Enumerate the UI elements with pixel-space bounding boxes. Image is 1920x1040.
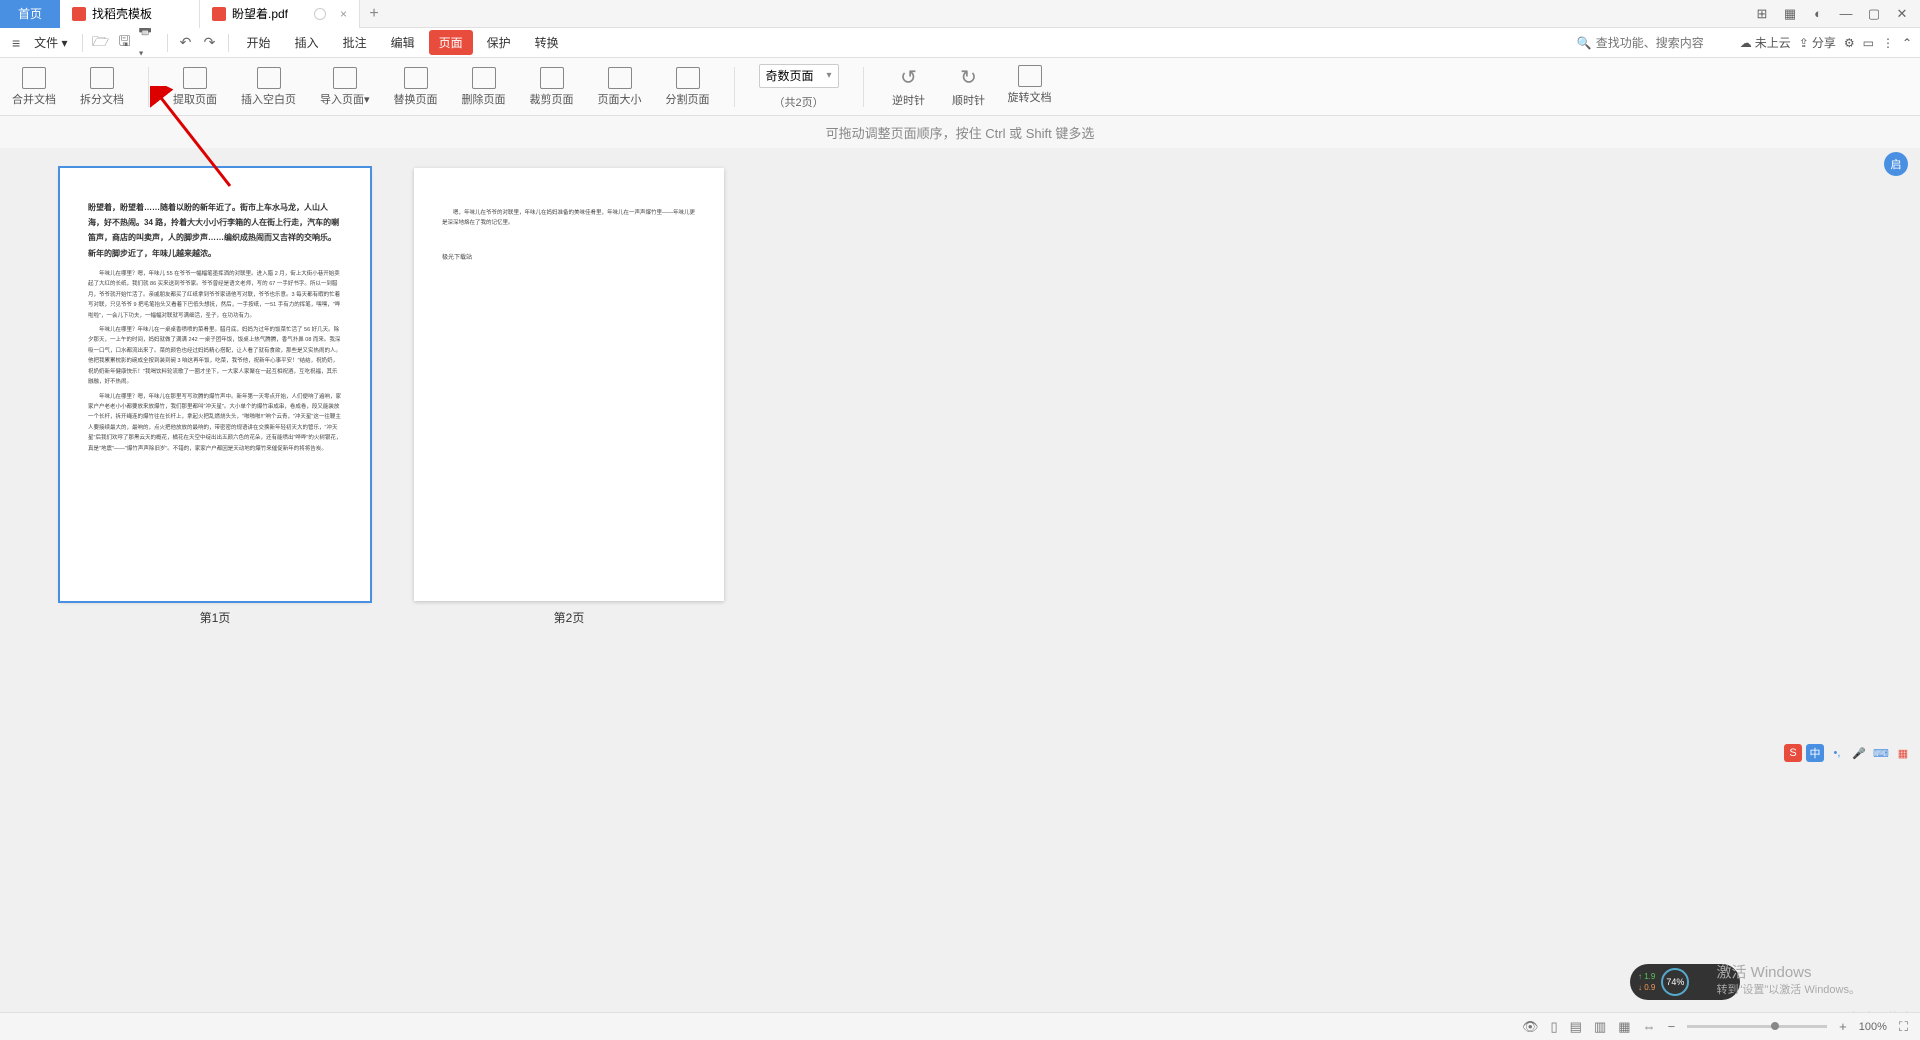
tab-template[interactable]: 找稻壳模板 <box>60 0 200 28</box>
search-box[interactable]: 🔍 <box>1577 36 1716 50</box>
file-menu[interactable]: 文件 ▾ <box>28 34 73 51</box>
page1-para2: 年味儿在哪里？年味儿在一桌桌香喷喷的菜肴里。腊月底，妈妈为过年的饭菜忙活了 56… <box>88 325 342 388</box>
search-input[interactable] <box>1596 36 1716 50</box>
zoom-out-icon[interactable]: − <box>1668 1019 1676 1034</box>
ime-lang-icon[interactable]: 中 <box>1806 744 1824 762</box>
ime-keyboard-icon[interactable]: ⌨ <box>1872 744 1890 762</box>
page1-para3: 年味儿在哪里？嗯，年味儿在那里写写欢腾的爆竹声中。新年第一天零点开始，人们便响了… <box>88 392 342 455</box>
insert-blank-button[interactable]: 插入空白页 <box>241 67 296 107</box>
page1-title: 盼望着，盼望着……随着以盼的新年近了。街市上车水马龙，人山人海，好不热闹。34 … <box>88 200 342 261</box>
maximize-icon[interactable]: ▢ <box>1864 4 1884 24</box>
undo-icon[interactable]: ↶ <box>176 33 196 53</box>
more-icon[interactable]: ⋮ <box>1882 36 1894 50</box>
ime-toolbar: S 中 •, 🎤 ⌨ ▦ <box>1784 744 1912 762</box>
skin-icon[interactable]: ◐ <box>1808 4 1828 24</box>
tab-document[interactable]: 盼望着.pdf × <box>200 0 360 28</box>
status-bar: 👁 ▯ ▤ ▥ ▦ ⇔ − + 100% ⛶ <box>0 1012 1920 1040</box>
zoom-slider[interactable] <box>1687 1025 1827 1028</box>
redo-icon[interactable]: ↷ <box>200 33 220 53</box>
extract-page-button[interactable]: 提取页面 <box>173 67 217 107</box>
tab-add-button[interactable]: + <box>360 0 388 28</box>
menu-tab-convert[interactable]: 转换 <box>525 30 569 55</box>
page-size-button[interactable]: 页面大小 <box>598 67 642 107</box>
view-facing-icon[interactable]: ▥ <box>1594 1019 1606 1035</box>
close-icon[interactable]: ✕ <box>1892 4 1912 24</box>
merge-doc-button[interactable]: 合并文档 <box>12 67 56 107</box>
search-icon: 🔍 <box>1577 36 1592 50</box>
import-page-button[interactable]: 导入页面▾ <box>320 67 370 107</box>
activate-sub: 转到"设置"以激活 Windows。 <box>1717 983 1861 998</box>
view-grid-icon[interactable]: ▦ <box>1618 1019 1630 1035</box>
share-button[interactable]: ⇪ 分享 <box>1799 34 1836 51</box>
view-continuous-icon[interactable]: ▤ <box>1570 1019 1582 1035</box>
rotate-cw-button[interactable]: ↻顺时针 <box>948 65 990 108</box>
ime-punct-icon[interactable]: •, <box>1828 744 1846 762</box>
fit-width-icon[interactable]: ⇔ <box>1643 1019 1656 1034</box>
menu-bar: ≡ 文件 ▾ 🗁 🖫 🖶 ▾ ↶ ↷ 开始 插入 批注 编辑 页面 保护 转换 … <box>0 28 1920 58</box>
layout-icon[interactable]: ⊞ <box>1752 4 1772 24</box>
replace-page-button[interactable]: 替换页面 <box>394 67 438 107</box>
perf-percent: 74% <box>1661 968 1689 996</box>
zoom-in-icon[interactable]: + <box>1839 1019 1847 1034</box>
split-page-button[interactable]: 分割页面 <box>666 67 710 107</box>
menu-tab-protect[interactable]: 保护 <box>477 30 521 55</box>
zoom-percent[interactable]: 100% <box>1859 1021 1887 1033</box>
print-icon[interactable]: 🖶 ▾ <box>139 33 159 53</box>
page-thumbnail-1[interactable]: 盼望着，盼望着……随着以盼的新年近了。街市上车水马龙，人山人海，好不热闹。34 … <box>60 168 370 601</box>
page2-download: 极光下载站 <box>442 253 696 264</box>
fullscreen-icon[interactable]: ⛶ <box>1899 1019 1908 1035</box>
tab-document-label: 盼望着.pdf <box>232 5 288 22</box>
wps-icon <box>72 7 86 21</box>
menu-tab-annotate[interactable]: 批注 <box>333 30 377 55</box>
page1-para1: 年味儿在哪里？嗯，年味儿 55 在爷爷一幅幅笔墨挥洒的对联里。进入腊 2 月，街… <box>88 269 342 321</box>
rotate-doc-button[interactable]: 旋转文档 <box>1008 65 1052 105</box>
tab-bar: 首页 找稻壳模板 盼望着.pdf × + ⊞ ▦ ◐ — ▢ ✕ <box>0 0 1920 28</box>
ribbon: 合并文档 拆分文档 提取页面 插入空白页 导入页面▾ 替换页面 删除页面 裁剪页… <box>0 58 1920 116</box>
crop-page-button[interactable]: 裁剪页面 <box>530 67 574 107</box>
user-avatar[interactable]: 启 <box>1884 152 1908 176</box>
pdf-icon <box>212 7 226 21</box>
window-controls: ⊞ ▦ ◐ — ▢ ✕ <box>1752 4 1920 24</box>
menu-burger-icon[interactable]: ≡ <box>8 35 24 51</box>
collapse-icon[interactable]: ⌃ <box>1902 36 1912 50</box>
tab-close-icon[interactable]: × <box>340 7 347 21</box>
page2-label: 第2页 <box>554 609 585 626</box>
wrap-icon[interactable]: ▭ <box>1863 36 1874 50</box>
cloud-status[interactable]: ☁ 未上云 <box>1740 34 1791 51</box>
page1-label: 第1页 <box>200 609 231 626</box>
page-count-label: （共2页） <box>773 94 823 110</box>
page-thumbnail-2[interactable]: 嗯，年味儿在爷爷的对联里，年味儿在妈妈准备的美味佳肴里，年味儿在一声声爆竹里——… <box>414 168 724 601</box>
save-icon[interactable]: 🖫 <box>115 33 135 53</box>
windows-activation-notice: 激活 Windows 转到"设置"以激活 Windows。 <box>1717 962 1861 998</box>
menu-tab-page[interactable]: 页面 <box>429 30 473 55</box>
page-2-wrap[interactable]: 嗯，年味儿在爷爷的对联里，年味儿在妈妈准备的美味佳肴里，年味儿在一声声爆竹里——… <box>414 168 724 626</box>
menu-tab-start[interactable]: 开始 <box>237 30 281 55</box>
menu-tab-edit[interactable]: 编辑 <box>381 30 425 55</box>
view-single-icon[interactable]: ▯ <box>1551 1019 1558 1035</box>
tab-template-label: 找稻壳模板 <box>92 5 152 22</box>
menu-tab-insert[interactable]: 插入 <box>285 30 329 55</box>
tab-home[interactable]: 首页 <box>0 0 60 28</box>
page-workspace: 盼望着，盼望着……随着以盼的新年近了。街市上车水马龙，人山人海，好不热闹。34 … <box>0 148 1920 1012</box>
page2-para1: 嗯，年味儿在爷爷的对联里，年味儿在妈妈准备的美味佳肴里，年味儿在一声声爆竹里——… <box>442 208 696 229</box>
split-doc-button[interactable]: 拆分文档 <box>80 67 124 107</box>
ime-grid-icon[interactable]: ▦ <box>1894 744 1912 762</box>
perf-download: ↓ 0.9 <box>1638 982 1655 993</box>
ime-mic-icon[interactable]: 🎤 <box>1850 744 1868 762</box>
rotate-ccw-button[interactable]: ↺逆时针 <box>888 65 930 108</box>
open-icon[interactable]: 🗁 <box>91 33 111 53</box>
minimize-icon[interactable]: — <box>1836 4 1856 24</box>
apps-icon[interactable]: ▦ <box>1780 4 1800 24</box>
page-1-wrap[interactable]: 盼望着，盼望着……随着以盼的新年近了。街市上车水马龙，人山人海，好不热闹。34 … <box>60 168 370 626</box>
tab-refresh-icon[interactable] <box>314 8 326 20</box>
page-filter-select[interactable]: 奇数页面 <box>759 64 839 88</box>
settings-icon[interactable]: ⚙ <box>1844 36 1855 50</box>
activate-title: 激活 Windows <box>1717 962 1861 983</box>
hint-bar: 可拖动调整页面顺序，按住 Ctrl 或 Shift 键多选 <box>0 116 1920 148</box>
ime-sogou-icon[interactable]: S <box>1784 744 1802 762</box>
perf-upload: ↑ 1.9 <box>1638 971 1655 982</box>
delete-page-button[interactable]: 删除页面 <box>462 67 506 107</box>
view-eye-icon[interactable]: 👁 <box>1522 1019 1539 1035</box>
